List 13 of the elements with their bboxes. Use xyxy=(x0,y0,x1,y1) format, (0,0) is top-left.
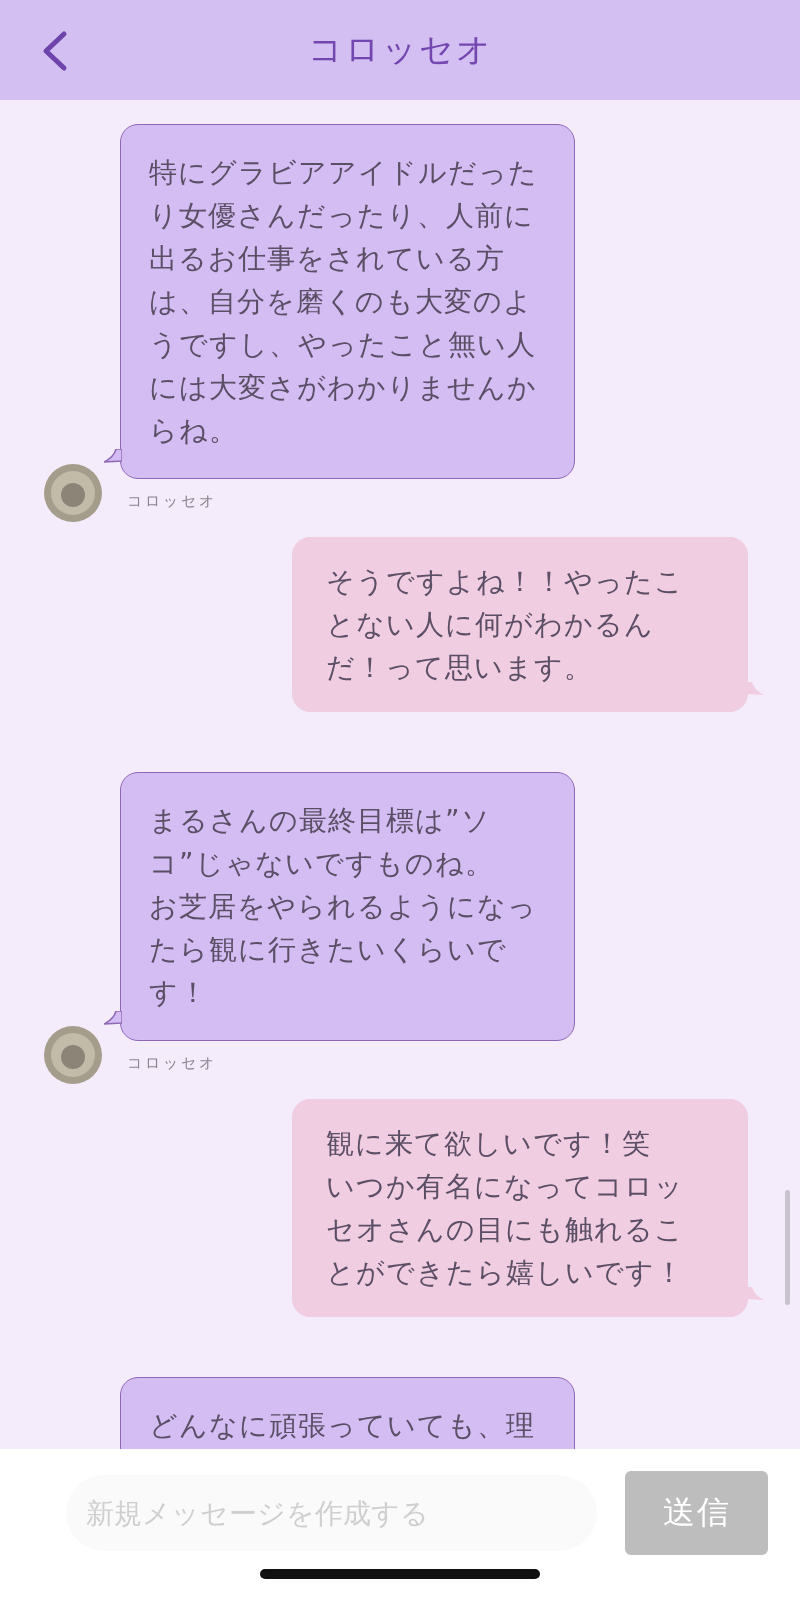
sender-name: コロッセオ xyxy=(127,491,217,511)
message-text: そうですよね！！やったことない人に何がわかるんだ！って思います。 xyxy=(326,564,685,686)
message-text: どんなに頑張っていても、理 xyxy=(149,1408,536,1444)
message-text: お芝居をやられるようになったら観に行きたいくらいです！ xyxy=(149,889,538,1011)
avatar xyxy=(43,1025,103,1085)
send-button[interactable]: 送信 xyxy=(625,1471,768,1555)
chat-title: コロッセオ xyxy=(307,28,493,71)
message-text: 特にグラビアアイドルだったり女優さんだったり、人前に出るお仕事をされている方は、自分を磨くのも大変のようですし、やったこと無い人には大変さがわかりませんからね。 xyxy=(149,155,539,449)
message-text: いつか有名になってコロッセオさんの目にも触れることができたら嬉しいです！ xyxy=(326,1169,685,1291)
avatar xyxy=(43,463,103,523)
message-text: まるさんの最終目標は”ソコ”じゃないですものね。 xyxy=(149,803,495,882)
sender-name: コロッセオ xyxy=(127,1053,217,1073)
message-text: 観に来て欲しいです！笑 xyxy=(326,1126,652,1162)
